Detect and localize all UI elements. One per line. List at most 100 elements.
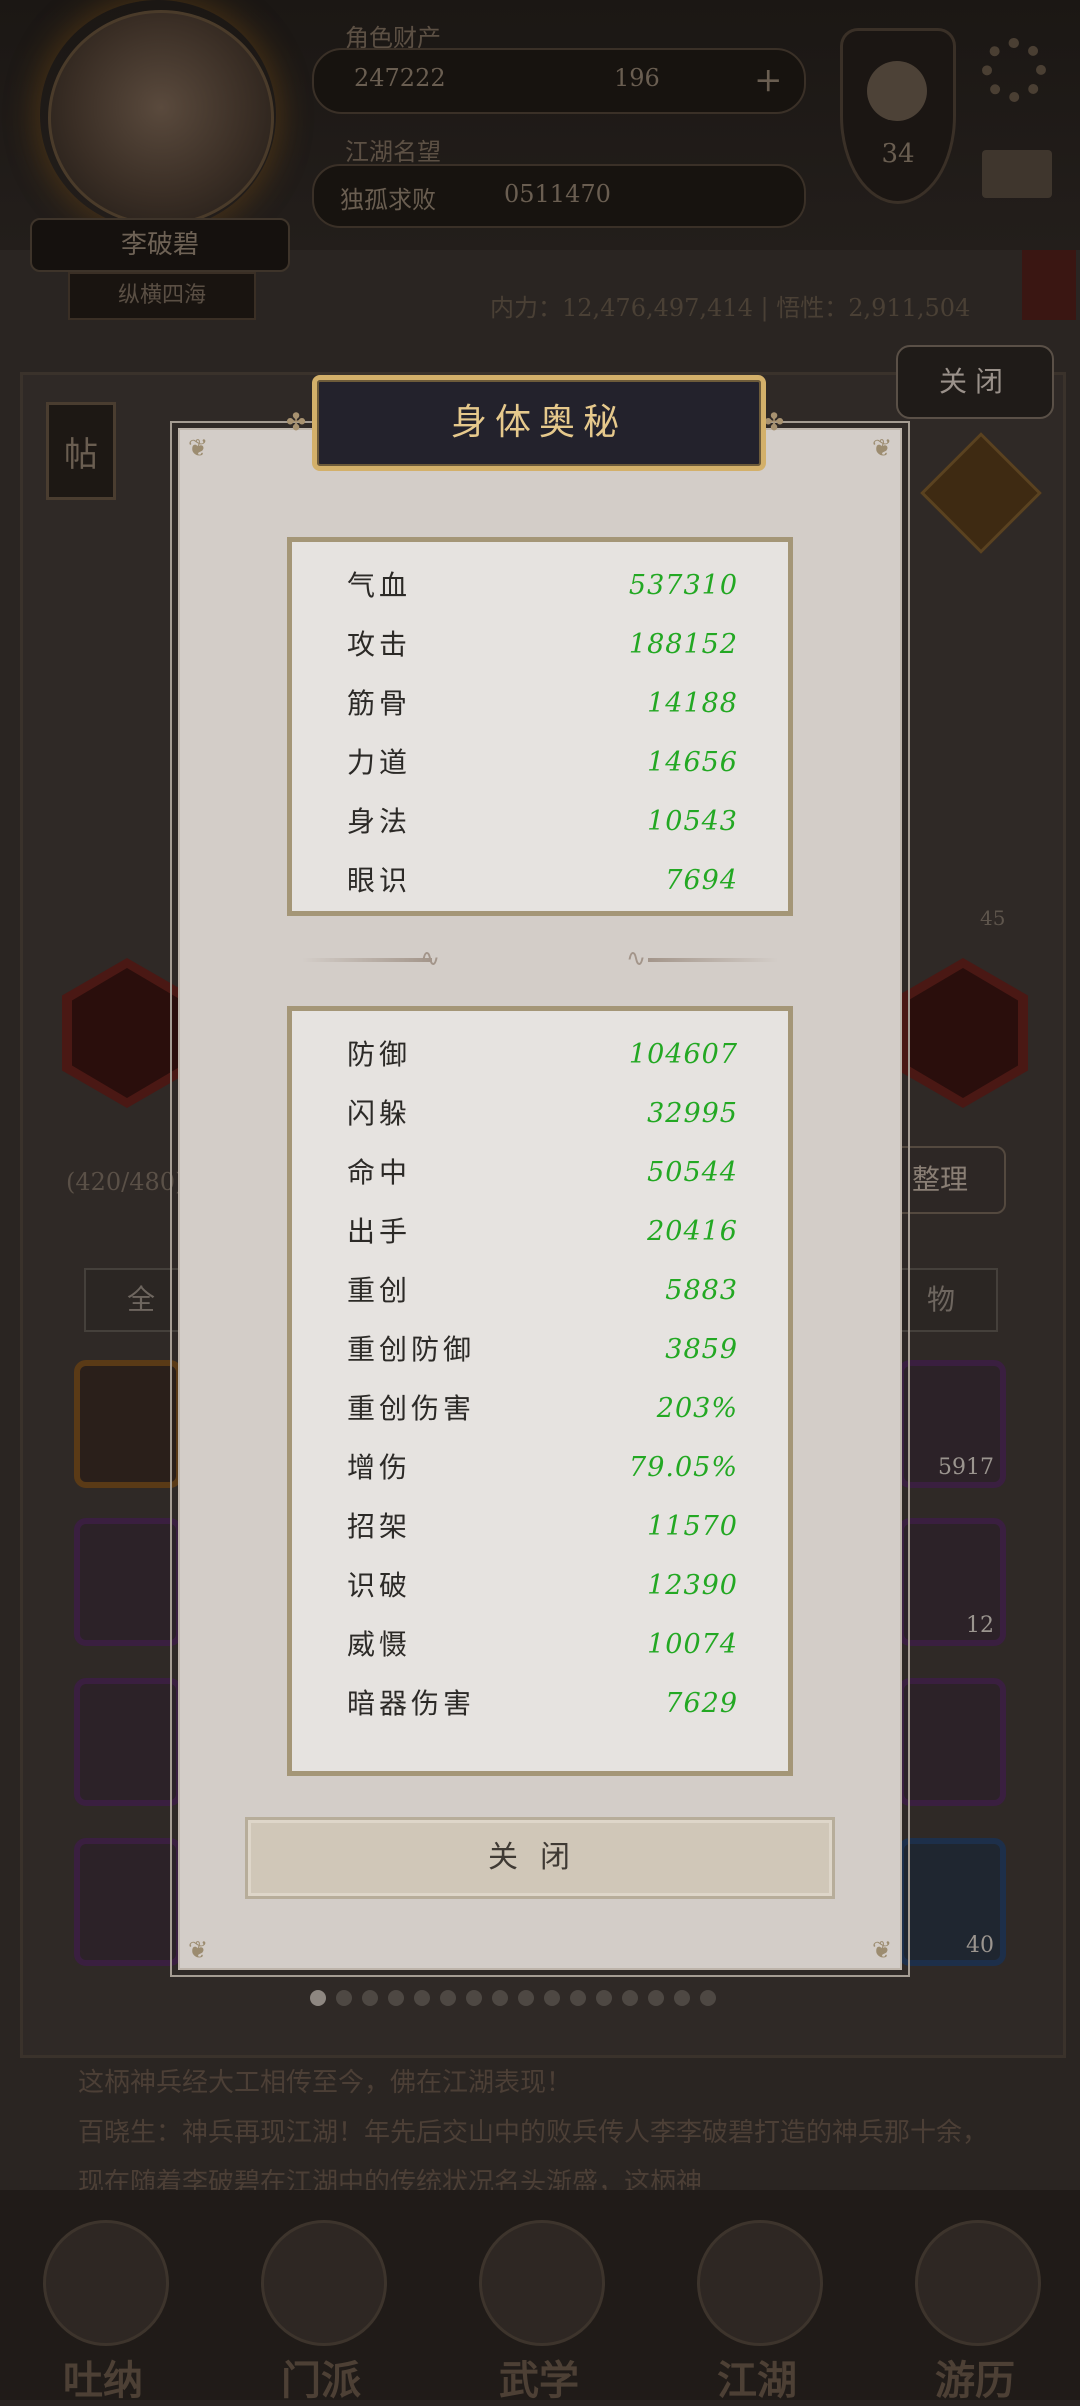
stat-value: 11570 bbox=[647, 1511, 738, 1542]
divider-ornament-icon: ∿ bbox=[626, 944, 647, 972]
inventory-slot[interactable]: 5917 bbox=[898, 1360, 1006, 1488]
page-dot[interactable] bbox=[700, 1990, 716, 2006]
stat-name: 出手 bbox=[347, 1215, 412, 1248]
stat-row: 招架 11570 bbox=[292, 1498, 788, 1556]
jianghu-icon bbox=[697, 2220, 823, 2346]
tuna-icon bbox=[43, 2220, 169, 2346]
page-dot[interactable] bbox=[466, 1990, 482, 2006]
character-title: 纵横四海 bbox=[68, 272, 256, 320]
stat-name: 力道 bbox=[347, 746, 412, 779]
gear-icon[interactable] bbox=[982, 38, 1046, 102]
slot-count: 12 bbox=[966, 1613, 994, 1638]
martial-icon bbox=[479, 2220, 605, 2346]
realm-level: 34 bbox=[881, 139, 915, 169]
corner-ornament-icon: ❦ bbox=[871, 1936, 893, 1964]
stat-row: 身法 10543 bbox=[292, 793, 788, 851]
stat-name: 重创 bbox=[347, 1274, 412, 1307]
stat-name: 威慑 bbox=[347, 1628, 412, 1661]
fame-bar: 独孤求败 0511470 bbox=[312, 164, 806, 228]
stat-name: 增伤 bbox=[347, 1451, 412, 1484]
nav-martial[interactable]: 武学 bbox=[464, 2220, 614, 2404]
stats-group-basic: 气血 537310 攻击 188152 筋骨 14188 力道 14656 身法… bbox=[287, 537, 793, 916]
fame-label: 江湖名望 bbox=[345, 138, 441, 166]
stats-group-advanced[interactable]: 防御 104607 闪躲 32995 命中 50544 出手 20416 重创 … bbox=[287, 1006, 793, 1776]
stat-name: 重创伤害 bbox=[347, 1392, 476, 1425]
corner-ornament-icon: ❦ bbox=[187, 1936, 209, 1964]
stat-row: 防御 104607 bbox=[292, 1026, 788, 1084]
inventory-slot[interactable]: 40 bbox=[898, 1838, 1006, 1966]
stat-row: 力道 14656 bbox=[292, 734, 788, 792]
inventory-slot[interactable] bbox=[74, 1360, 182, 1488]
page-dot[interactable] bbox=[362, 1990, 378, 2006]
page-dot[interactable] bbox=[622, 1990, 638, 2006]
stat-row: 增伤 79.05% bbox=[292, 1439, 788, 1497]
stat-name: 识破 bbox=[347, 1569, 412, 1602]
stat-name: 命中 bbox=[347, 1156, 412, 1189]
page-dot[interactable] bbox=[414, 1990, 430, 2006]
nav-jianghu[interactable]: 江湖 bbox=[682, 2220, 832, 2404]
task-badge-icon[interactable] bbox=[1022, 250, 1076, 320]
stat-value: 79.05% bbox=[629, 1452, 738, 1483]
nav-travel[interactable]: 游历 bbox=[900, 2220, 1050, 2404]
stat-name: 闪躲 bbox=[347, 1097, 412, 1130]
page-dot[interactable] bbox=[336, 1990, 352, 2006]
stat-row: 威慑 10074 bbox=[292, 1616, 788, 1674]
stat-value: 12390 bbox=[647, 1570, 738, 1601]
scroll-fade bbox=[292, 1743, 788, 1771]
stat-value: 10543 bbox=[647, 806, 738, 837]
nav-label: 游历 bbox=[935, 2357, 1015, 2404]
stat-name: 重创防御 bbox=[347, 1333, 476, 1366]
nav-label: 门派 bbox=[281, 2357, 361, 2404]
inventory-slot[interactable] bbox=[74, 1678, 182, 1806]
fame-rank: 独孤求败 bbox=[340, 186, 436, 214]
avatar[interactable] bbox=[48, 10, 274, 226]
sect-icon bbox=[261, 2220, 387, 2346]
stat-row: 闪躲 32995 bbox=[292, 1085, 788, 1143]
stat-value: 5883 bbox=[665, 1275, 738, 1306]
invite-card-button[interactable]: 帖 bbox=[46, 402, 116, 500]
nav-label: 江湖 bbox=[717, 2357, 797, 2404]
stat-row: 出手 20416 bbox=[292, 1203, 788, 1261]
stat-name: 招架 bbox=[347, 1510, 412, 1543]
inventory-slot[interactable] bbox=[74, 1838, 182, 1966]
stat-name: 身法 bbox=[347, 805, 412, 838]
corner-ornament-icon: ❦ bbox=[871, 434, 893, 462]
panel-close-button[interactable]: 关闭 bbox=[896, 345, 1054, 419]
page-dot[interactable] bbox=[388, 1990, 404, 2006]
stat-row: 重创 5883 bbox=[292, 1262, 788, 1320]
stat-value: 14656 bbox=[647, 747, 738, 778]
page-dot[interactable] bbox=[544, 1990, 560, 2006]
nav-label: 吐纳 bbox=[63, 2357, 143, 2404]
page-dot[interactable] bbox=[310, 1990, 326, 2006]
stat-row: 眼识 7694 bbox=[292, 852, 788, 910]
nav-tuna[interactable]: 吐纳 bbox=[28, 2220, 178, 2404]
inventory-slot[interactable] bbox=[898, 1678, 1006, 1806]
stat-row: 识破 12390 bbox=[292, 1557, 788, 1615]
stat-value: 104607 bbox=[628, 1039, 738, 1070]
page-dot[interactable] bbox=[570, 1990, 586, 2006]
stat-value: 203% bbox=[656, 1393, 738, 1424]
page-dot[interactable] bbox=[648, 1990, 664, 2006]
divider-ornament-icon: ∿ bbox=[420, 944, 441, 972]
page-dot[interactable] bbox=[674, 1990, 690, 2006]
realm-badge[interactable]: 34 bbox=[840, 28, 956, 204]
stat-row: 攻击 188152 bbox=[292, 616, 788, 674]
inventory-slot[interactable] bbox=[74, 1518, 182, 1646]
modal-title: 身体奥秘 bbox=[450, 402, 627, 443]
stat-name: 眼识 bbox=[347, 864, 412, 897]
page-dot[interactable] bbox=[518, 1990, 534, 2006]
add-currency-button[interactable]: + bbox=[754, 60, 783, 100]
nav-sect[interactable]: 门派 bbox=[246, 2220, 396, 2404]
page-dot[interactable] bbox=[596, 1990, 612, 2006]
stat-name: 气血 bbox=[347, 569, 412, 602]
divider-left bbox=[302, 958, 432, 962]
stat-value: 188152 bbox=[628, 629, 738, 660]
stat-name: 暗器伤害 bbox=[347, 1687, 476, 1720]
page-dot[interactable] bbox=[492, 1990, 508, 2006]
stat-name: 防御 bbox=[347, 1038, 412, 1071]
page-dot[interactable] bbox=[440, 1990, 456, 2006]
modal-close-button[interactable]: 关闭 bbox=[245, 1817, 835, 1899]
level-badge: 45 bbox=[980, 906, 1006, 930]
inventory-slot[interactable]: 12 bbox=[898, 1518, 1006, 1646]
mail-icon[interactable] bbox=[982, 150, 1052, 198]
